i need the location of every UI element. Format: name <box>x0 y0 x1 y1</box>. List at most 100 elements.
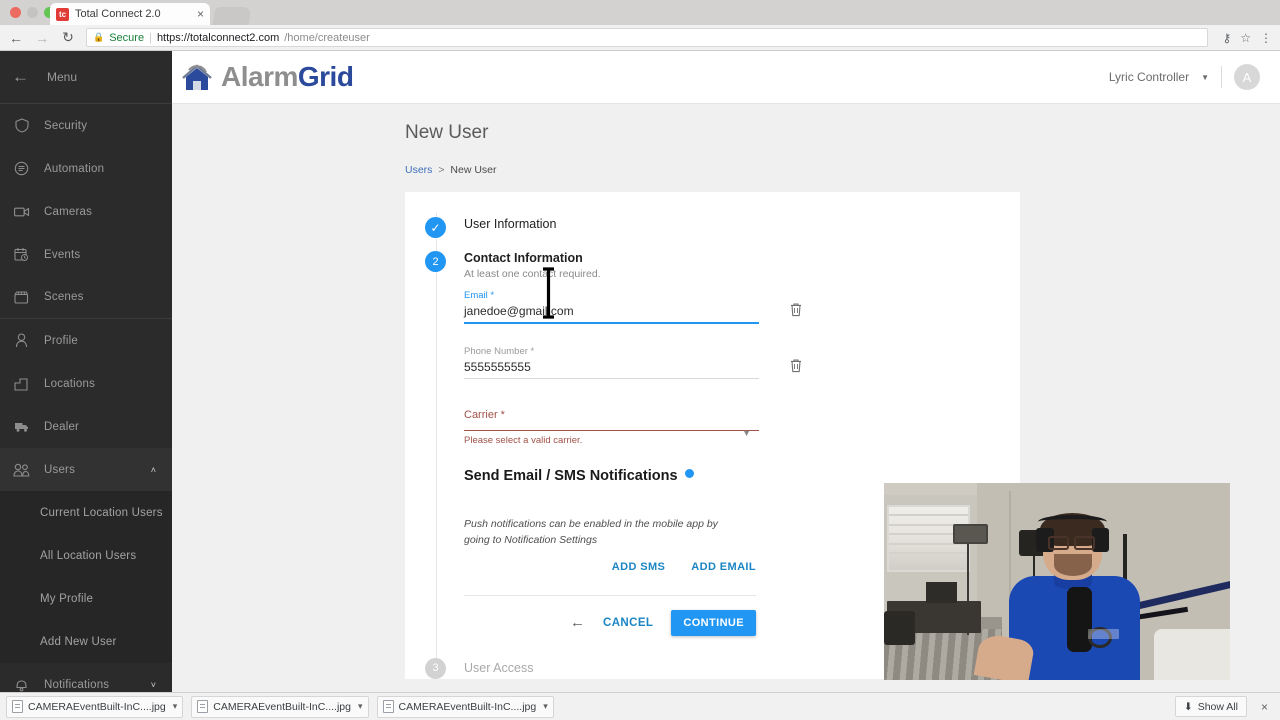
continue-button[interactable]: CONTINUE <box>671 609 756 636</box>
window-close-dot[interactable] <box>10 7 21 18</box>
delete-email-icon[interactable] <box>789 302 803 320</box>
browser-menu-icon[interactable]: ⋮ <box>1260 31 1272 45</box>
show-all-downloads-button[interactable]: ⬇ Show All <box>1174 696 1247 717</box>
chevron-up-icon[interactable]: ˄ <box>151 465 156 475</box>
sidebar-item-cameras[interactable]: Cameras <box>0 190 172 233</box>
back-arrow-icon[interactable]: ← <box>570 614 585 631</box>
downloads-bar: CAMERAEventBuilt-InC....jpg ▾ CAMERAEven… <box>0 692 1280 720</box>
events-icon <box>13 246 30 263</box>
webcam-person-beard <box>1053 553 1092 576</box>
chevron-down-icon[interactable]: ▾ <box>541 701 548 712</box>
sidebar-item-automation[interactable]: Automation <box>0 147 172 190</box>
shield-icon <box>13 117 30 134</box>
sidebar-item-add-new-user[interactable]: Add New User <box>0 620 172 663</box>
chevron-down-icon[interactable]: ▾ <box>356 701 363 712</box>
users-submenu: Current Location Users All Location User… <box>0 491 172 663</box>
sidebar-item-users[interactable]: Users ˄ <box>0 448 172 491</box>
app-logo[interactable]: AlarmGrid <box>180 60 354 94</box>
breadcrumb-users-link[interactable]: Users <box>405 164 432 176</box>
sidebar-item-label: Automation <box>44 162 105 175</box>
controller-selector-label[interactable]: Lyric Controller <box>1109 70 1189 84</box>
email-value[interactable]: janedoe@gmail.com <box>464 304 759 322</box>
sidebar-item-dealer[interactable]: Dealer <box>0 405 172 448</box>
step-title: Contact Information <box>464 251 583 265</box>
chevron-down-icon[interactable]: ▾ <box>171 701 178 712</box>
window-minimize-dot[interactable] <box>27 7 38 18</box>
sidebar-item-events[interactable]: Events <box>0 233 172 276</box>
add-email-button[interactable]: ADD EMAIL <box>691 561 756 573</box>
star-icon[interactable]: ☆ <box>1240 31 1251 45</box>
phone-value[interactable]: 5555555555 <box>464 360 759 378</box>
avatar[interactable]: A <box>1234 64 1260 90</box>
download-file-name: CAMERAEventBuilt-InC....jpg <box>213 700 351 713</box>
webcam-monitor <box>925 581 957 604</box>
omnibox-divider: | <box>149 31 152 44</box>
header-divider <box>1221 66 1222 88</box>
sidebar-item-label: Notifications <box>44 678 110 691</box>
sidebar-subitem-label: My Profile <box>40 592 94 605</box>
new-tab-button[interactable] <box>212 7 252 25</box>
sidebar-item-current-location-users[interactable]: Current Location Users <box>0 491 172 534</box>
download-file-name: CAMERAEventBuilt-InC....jpg <box>28 700 166 713</box>
carrier-label: Carrier * <box>464 409 505 421</box>
sidebar-item-locations[interactable]: Locations <box>0 362 172 405</box>
text-cursor-icon <box>540 267 557 319</box>
logo-alarm-text: Alarm <box>221 61 298 92</box>
webcam-glasses-left-lens <box>1048 536 1070 550</box>
phone-field[interactable]: Phone Number * 5555555555 <box>464 346 801 379</box>
back-icon[interactable]: ← <box>8 30 24 46</box>
download-item[interactable]: CAMERAEventBuilt-InC....jpg ▾ <box>6 695 184 718</box>
logo-text: AlarmGrid <box>221 61 354 93</box>
webcam-microphone <box>1067 587 1092 653</box>
chevron-down-icon[interactable]: ˅ <box>151 680 156 690</box>
sidebar-subitem-label: Current Location Users <box>40 506 163 519</box>
step-number-badge: 2 <box>425 251 446 272</box>
logo-grid-text: Grid <box>297 61 354 92</box>
sidebar-back-icon[interactable]: ← <box>12 67 29 87</box>
form-actions: ← CANCEL CONTINUE <box>464 609 756 636</box>
webcam-light-stand <box>967 528 970 635</box>
chevron-down-icon[interactable]: ▼ <box>1201 73 1209 82</box>
add-sms-button[interactable]: ADD SMS <box>612 561 666 573</box>
tab-close-icon[interactable]: × <box>197 8 204 20</box>
chevron-down-icon[interactable]: ▼ <box>742 428 751 438</box>
sidebar-item-label: Users <box>44 463 76 476</box>
info-icon[interactable] <box>684 469 694 478</box>
browser-tab-strip: tc Total Connect 2.0 × <box>0 0 1280 25</box>
sidebar-menu-toggle[interactable]: ← Menu <box>0 51 172 104</box>
download-icon: ⬇ <box>1183 700 1193 713</box>
step-title: User Information <box>464 217 557 231</box>
cancel-button[interactable]: CANCEL <box>603 617 653 629</box>
contact-form: Email * janedoe@gmail.com Phone Number *… <box>464 280 801 636</box>
carrier-select[interactable]: Carrier * ▼ Please select a valid carrie… <box>464 409 759 446</box>
step-title: User Access <box>464 661 534 676</box>
camera-icon <box>13 203 30 220</box>
browser-tab[interactable]: tc Total Connect 2.0 × <box>50 3 210 25</box>
email-field[interactable]: Email * janedoe@gmail.com <box>464 290 801 324</box>
sidebar-item-scenes[interactable]: Scenes <box>0 276 172 319</box>
webcam-glasses-right-lens <box>1074 536 1096 550</box>
download-item[interactable]: CAMERAEventBuilt-InC....jpg ▾ <box>376 695 554 718</box>
download-item[interactable]: CAMERAEventBuilt-InC....jpg ▾ <box>191 695 369 718</box>
sidebar-item-security[interactable]: Security <box>0 104 172 147</box>
key-icon[interactable]: ⚷ <box>1222 31 1231 45</box>
address-bar[interactable]: 🔒 Secure | https://totalconnect2.com /ho… <box>86 28 1209 47</box>
show-all-label: Show All <box>1197 700 1238 713</box>
delete-phone-icon[interactable] <box>789 358 803 376</box>
sidebar-item-label: Dealer <box>44 420 80 433</box>
alarmgrid-logo-icon <box>180 60 214 94</box>
sidebar-item-all-location-users[interactable]: All Location Users <box>0 534 172 577</box>
window-controls[interactable] <box>10 7 55 18</box>
step2-body: Contact Information At least one contact… <box>464 251 801 636</box>
close-downloads-bar-icon[interactable]: × <box>1255 700 1274 714</box>
webcam-chair <box>884 611 916 645</box>
wizard-step-user-information[interactable]: ✓ User Information <box>405 217 1020 238</box>
sidebar-item-notifications[interactable]: Notifications ˅ <box>0 663 172 692</box>
forward-icon[interactable]: → <box>34 30 50 46</box>
push-notifications-hint: Push notifications can be enabled in the… <box>464 518 718 547</box>
reload-icon[interactable]: ↻ <box>60 29 76 46</box>
sidebar-item-profile[interactable]: Profile <box>0 319 172 362</box>
webcam-blind-slat <box>889 514 969 517</box>
file-icon <box>197 700 209 713</box>
sidebar-item-my-profile[interactable]: My Profile <box>0 577 172 620</box>
